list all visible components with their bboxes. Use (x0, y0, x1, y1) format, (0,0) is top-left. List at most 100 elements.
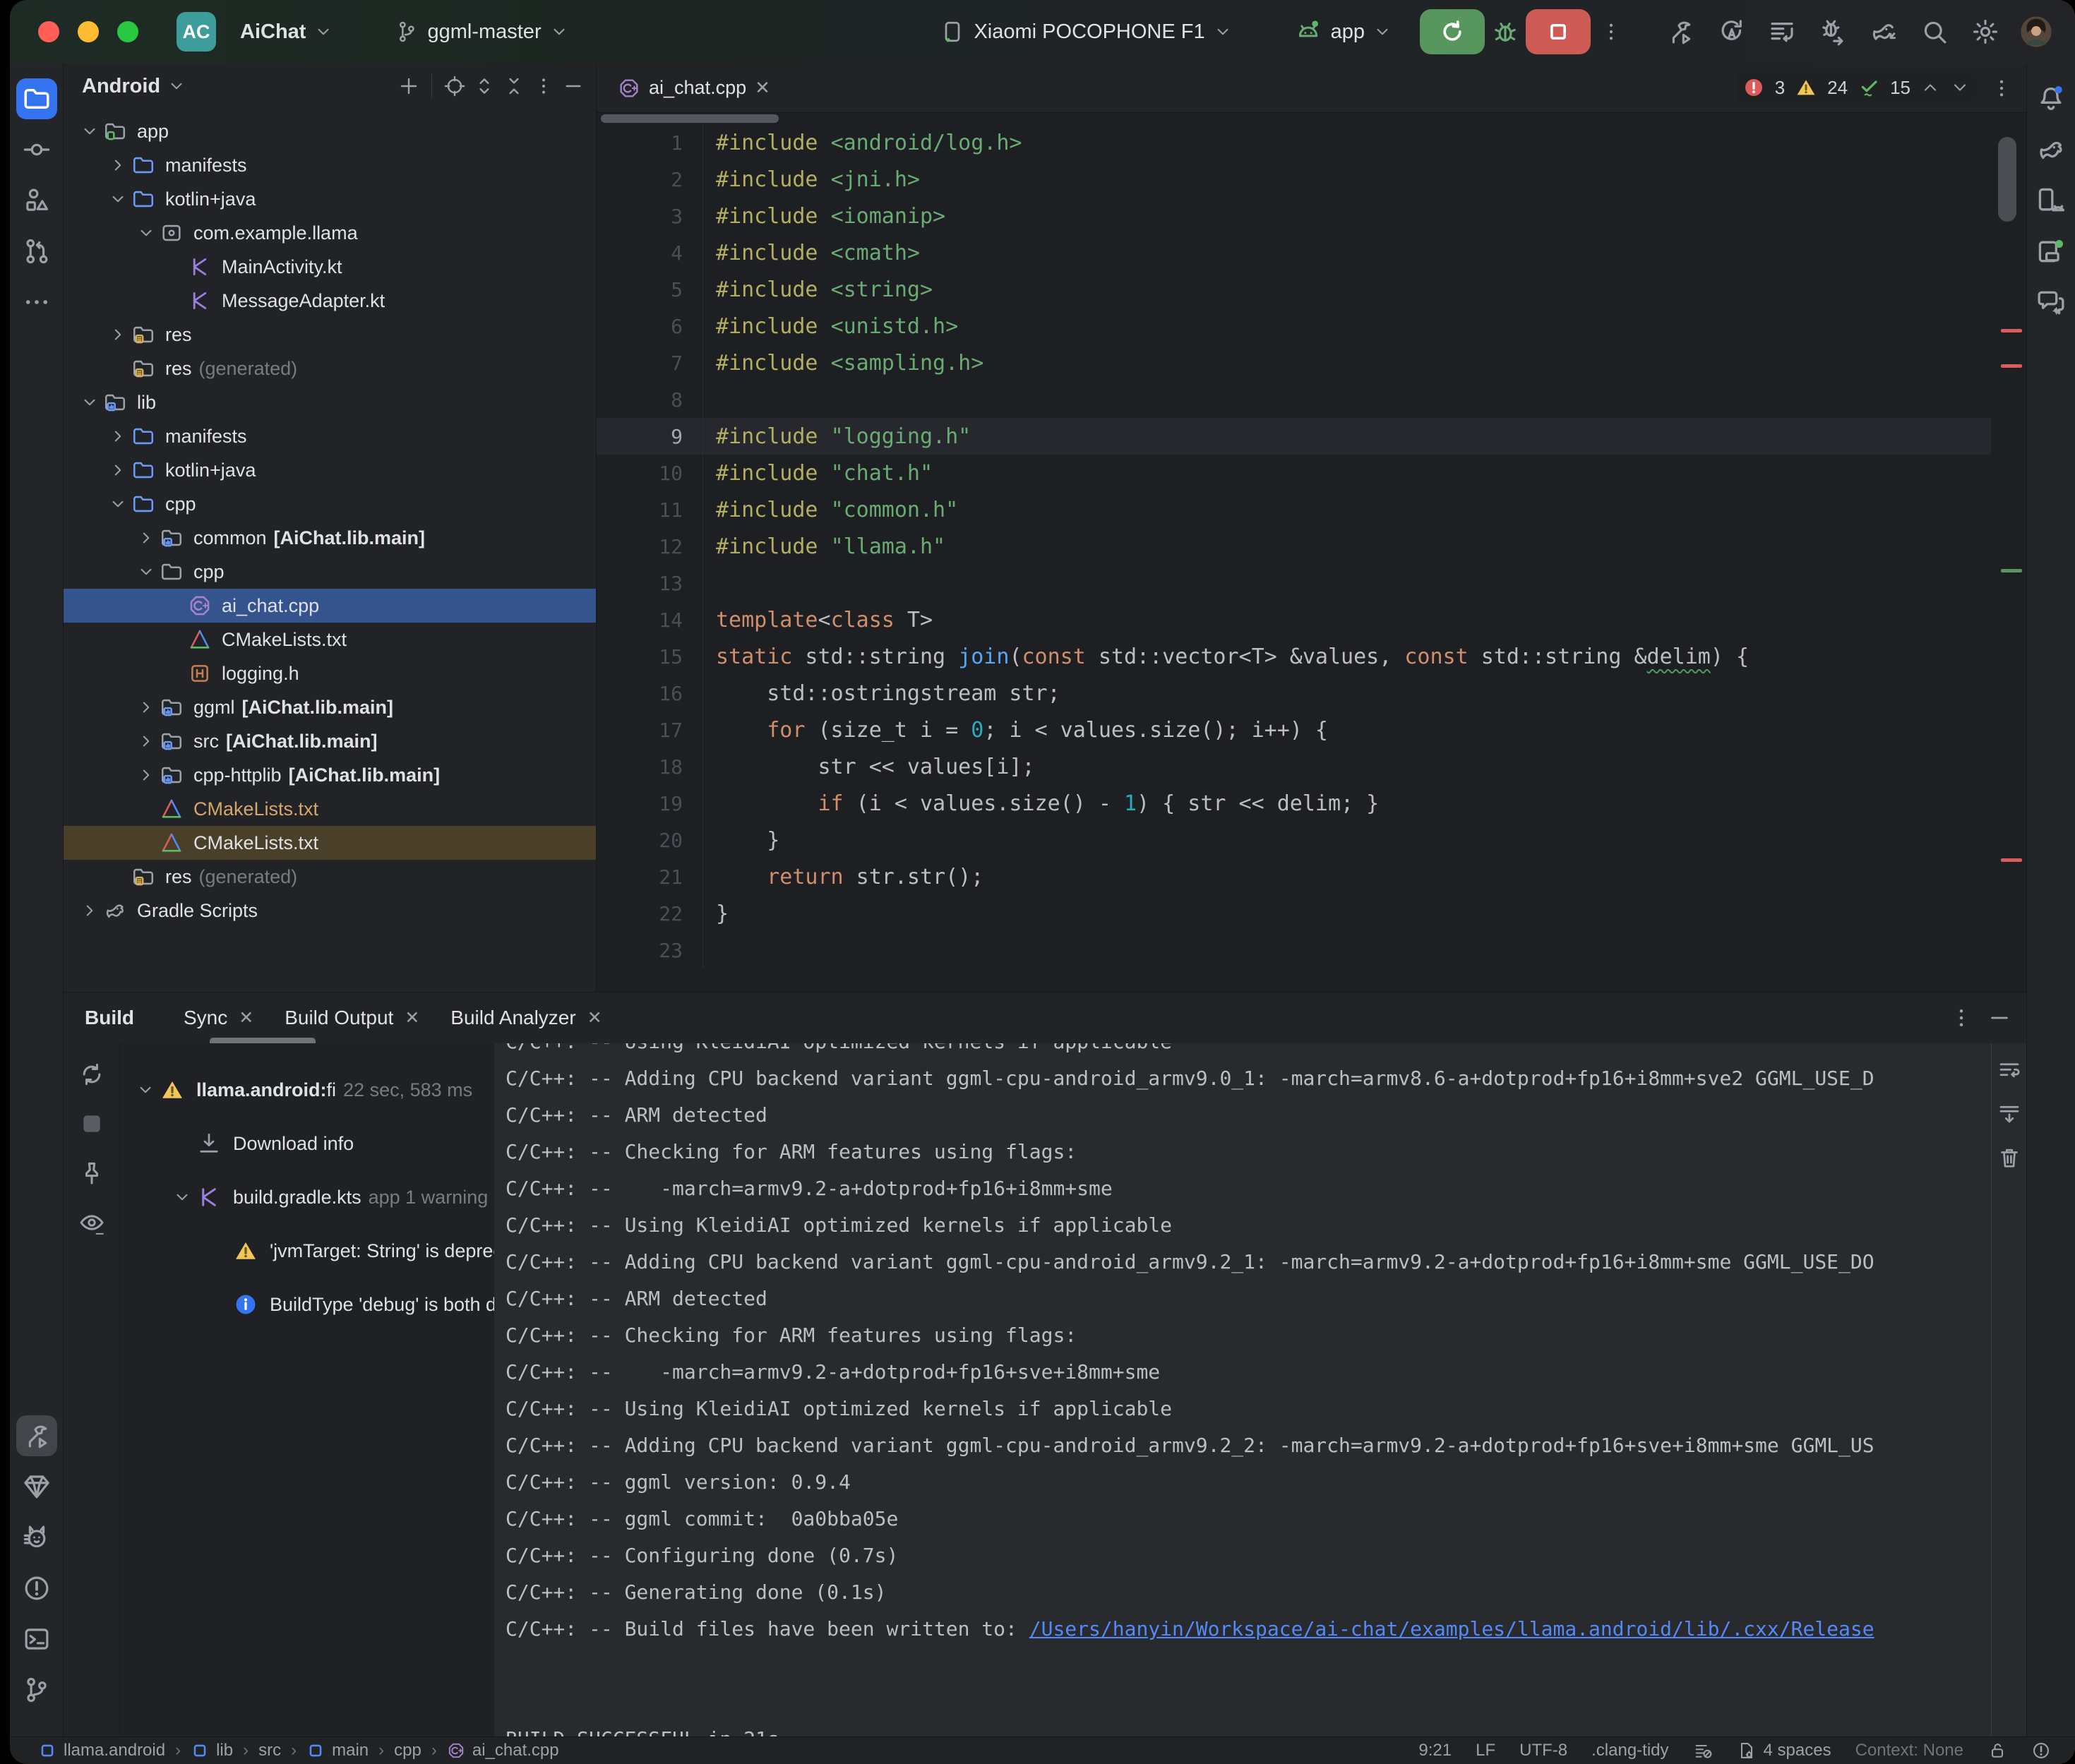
tool-stripe-gradle-button[interactable] (2031, 129, 2071, 170)
build-variants-button[interactable] (1762, 11, 1802, 52)
code-line-3[interactable]: 3#include <iomanip> (597, 198, 1991, 234)
inspections-widget[interactable]: 3 24 15 (1735, 73, 1977, 102)
code-line-22[interactable]: 22} (597, 895, 1991, 932)
settings-button[interactable] (1965, 11, 2006, 52)
sync-changes-button[interactable] (1711, 11, 1752, 52)
tree-item-cpp[interactable]: cpp (64, 487, 596, 521)
build-tree-item[interactable]: build.gradle.ktsapp 1 warning (120, 1170, 494, 1224)
tool-stripe-structure-button[interactable] (16, 180, 57, 221)
tree-item-cpp-httplib[interactable]: cpp-httplib[AiChat.lib.main] (64, 758, 596, 792)
breadcrumb-lib[interactable]: lib (191, 1741, 233, 1760)
run-configuration-selector[interactable]: app (1284, 11, 1401, 53)
chevron-right-icon[interactable] (76, 901, 103, 920)
error-stripe-scrollbar[interactable] (1991, 113, 2026, 992)
hide-panel-icon[interactable] (1987, 1005, 2012, 1031)
code-line-15[interactable]: 15static std::string join(const std::vec… (597, 638, 1991, 675)
close-tab-icon[interactable]: ✕ (587, 1007, 602, 1028)
tree-item-messageadapter-kt[interactable]: MessageAdapter.kt (64, 284, 596, 318)
tree-item-mainactivity-kt[interactable]: MainActivity.kt (64, 250, 596, 284)
sync-icon[interactable] (78, 1060, 106, 1088)
options-icon[interactable] (531, 73, 556, 99)
soft-wrap-icon[interactable] (1997, 1057, 2022, 1083)
device-selector[interactable]: Xiaomi POCOPHONE F1 (930, 12, 1241, 52)
code-line-16[interactable]: 16 std::ostringstream str; (597, 675, 1991, 712)
chevron-down-icon[interactable] (133, 224, 160, 242)
tool-stripe-running-devices-button[interactable] (2031, 231, 2071, 272)
close-tab-icon[interactable]: ✕ (405, 1007, 419, 1028)
tool-stripe-commit-button[interactable] (16, 129, 57, 170)
rerun-button[interactable] (1420, 9, 1485, 54)
pin-icon[interactable] (78, 1159, 106, 1187)
chevron-right-icon[interactable] (104, 325, 131, 344)
branch-selector[interactable]: ggml-master (385, 13, 578, 51)
tree-item-com-example-llama[interactable]: com.example.llama (64, 216, 596, 250)
maximize-window-button[interactable] (117, 21, 138, 42)
status-error-outline[interactable] (2031, 1741, 2051, 1760)
code-line-4[interactable]: 4#include <cmath> (597, 234, 1991, 271)
tool-stripe-device-manager-button[interactable] (2031, 180, 2071, 221)
tree-item-manifests[interactable]: manifests (64, 419, 596, 453)
chevron-down-icon[interactable] (131, 1081, 160, 1099)
tool-stripe-gemini-chat-button[interactable] (2031, 282, 2071, 323)
project-view-selector[interactable]: Android (82, 75, 186, 98)
status-4-spaces[interactable]: 4 spaces (1737, 1741, 1831, 1760)
avatar-button[interactable] (2016, 11, 2057, 52)
code-line-19[interactable]: 19 if (i < values.size() - 1) { str << d… (597, 785, 1991, 822)
status-context-none[interactable]: Context: None (1855, 1741, 1963, 1760)
error-stripe-mark[interactable] (2001, 858, 2022, 862)
code-line-7[interactable]: 7#include <sampling.h> (597, 344, 1991, 381)
code-line-21[interactable]: 21 return str.str(); (597, 858, 1991, 895)
chevron-down-icon[interactable] (76, 122, 103, 140)
tree-item-gradle-scripts[interactable]: Gradle Scripts (64, 894, 596, 928)
chevron-right-icon[interactable] (133, 698, 160, 716)
tool-stripe-app-quality-insights-button[interactable] (16, 1466, 57, 1507)
tree-item-cmakelists-txt[interactable]: CMakeLists.txt (64, 792, 596, 826)
tree-item-manifests[interactable]: manifests (64, 148, 596, 182)
build-tree-item[interactable]: 'jvmTarget: String' is deprec (120, 1224, 494, 1278)
error-stripe-mark[interactable] (2001, 364, 2022, 368)
tool-stripe-build-hammer-button[interactable] (16, 1415, 57, 1456)
stop-square-icon[interactable] (78, 1110, 106, 1138)
chevron-right-icon[interactable] (133, 529, 160, 547)
tool-stripe-project-folder-button[interactable] (16, 78, 57, 119)
tree-item-common[interactable]: common[AiChat.lib.main] (64, 521, 596, 555)
code-line-23[interactable]: 23 (597, 932, 1991, 968)
tree-item-ai-chat-cpp[interactable]: ai_chat.cpp (64, 589, 596, 623)
tree-item-res[interactable]: res(generated) (64, 352, 596, 385)
minimize-window-button[interactable] (78, 21, 99, 42)
code-line-20[interactable]: 20 } (597, 822, 1991, 858)
status-lock-open[interactable] (1987, 1741, 2007, 1760)
build-hammer-button[interactable] (1660, 11, 1701, 52)
breadcrumb-llama-android[interactable]: llama.android (38, 1741, 165, 1760)
code-line-5[interactable]: 5#include <string> (597, 271, 1991, 308)
tool-stripe-terminal-button[interactable] (16, 1619, 57, 1660)
tree-item-kotlin-java[interactable]: kotlin+java (64, 453, 596, 487)
tree-item-cpp[interactable]: cpp (64, 555, 596, 589)
chevron-right-icon[interactable] (104, 427, 131, 445)
code-line-18[interactable]: 18 str << values[i]; (597, 748, 1991, 785)
tree-item-logging-h[interactable]: logging.h (64, 656, 596, 690)
code-line-11[interactable]: 11#include "common.h" (597, 491, 1991, 528)
search-button[interactable] (1914, 11, 1955, 52)
add-icon[interactable] (396, 73, 421, 99)
chevron-down-icon[interactable] (104, 495, 131, 513)
tree-item-res[interactable]: res (64, 318, 596, 352)
build-tab-sync[interactable]: Sync✕ (168, 992, 269, 1043)
chevron-right-icon[interactable] (104, 156, 131, 174)
tree-item-ggml[interactable]: ggml[AiChat.lib.main] (64, 690, 596, 724)
code-line-13[interactable]: 13 (597, 565, 1991, 601)
chevron-right-icon[interactable] (133, 766, 160, 784)
attach-debugger-button[interactable] (1812, 11, 1853, 52)
code-line-14[interactable]: 14template<class T> (597, 601, 1991, 638)
tool-stripe-problems-button[interactable] (16, 1568, 57, 1609)
error-stripe-mark[interactable] (2001, 329, 2022, 332)
error-stripe-mark[interactable] (2001, 569, 2022, 572)
code-line-2[interactable]: 2#include <jni.h> (597, 161, 1991, 198)
tree-item-app[interactable]: app (64, 114, 596, 148)
editor-tab-ai-chat-cpp[interactable]: ai_chat.cpp ✕ (605, 64, 783, 112)
chevron-right-icon[interactable] (104, 461, 131, 479)
close-window-button[interactable] (38, 21, 59, 42)
tab-options-kebab-icon[interactable] (1990, 76, 2014, 100)
breadcrumb-src[interactable]: src (258, 1741, 281, 1760)
status-9-21[interactable]: 9:21 (1418, 1741, 1452, 1760)
